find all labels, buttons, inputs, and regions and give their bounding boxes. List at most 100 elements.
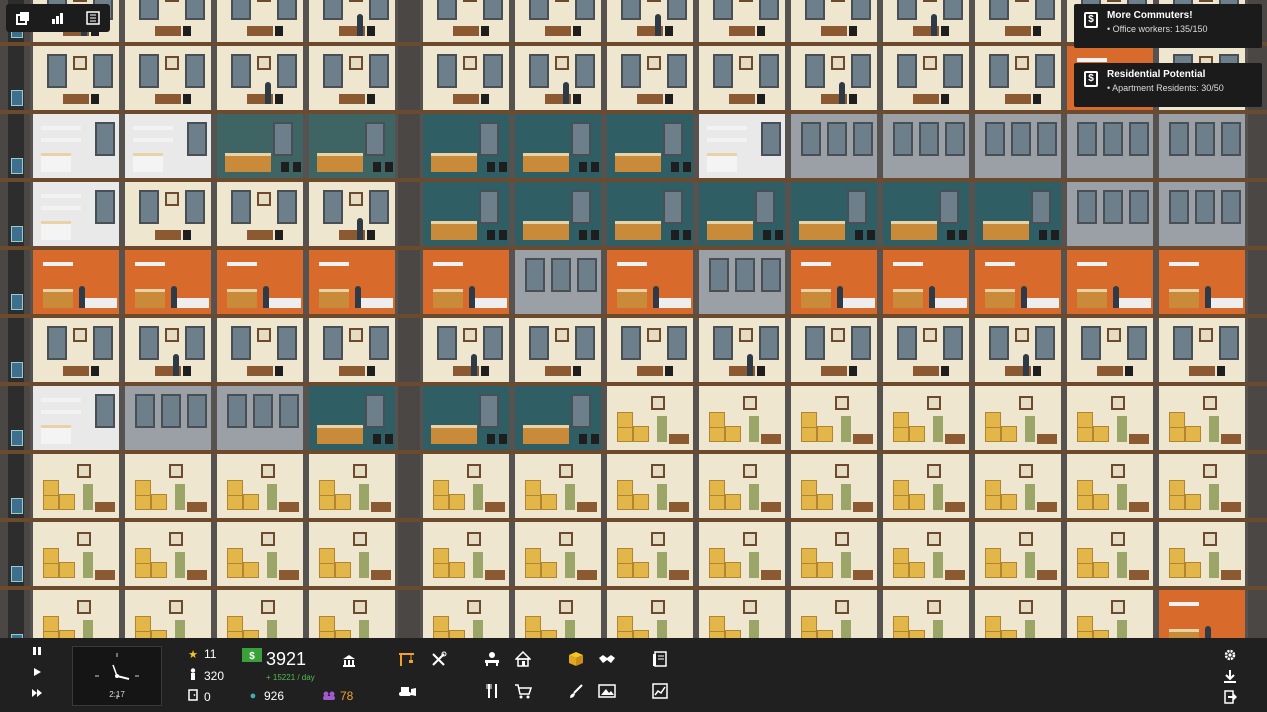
office-room[interactable] <box>30 318 122 382</box>
research-stat[interactable]: ● 926 <box>246 689 284 703</box>
office-room[interactable] <box>788 318 880 382</box>
office-desk-icon[interactable] <box>481 648 503 670</box>
storage-room[interactable] <box>306 454 398 518</box>
empty-room[interactable] <box>788 114 880 178</box>
building-list-icon[interactable] <box>85 10 101 26</box>
apartment-room[interactable] <box>880 250 972 314</box>
storage-room[interactable] <box>122 590 214 638</box>
exit-icon[interactable] <box>1219 686 1241 708</box>
storage-room[interactable] <box>30 590 122 638</box>
pause-button[interactable] <box>28 646 46 662</box>
office-room[interactable] <box>880 46 972 110</box>
office-room[interactable] <box>420 46 512 110</box>
storage-room[interactable] <box>1156 454 1248 518</box>
office-room[interactable] <box>1064 318 1156 382</box>
cafe-room[interactable] <box>512 182 604 246</box>
office-room[interactable] <box>604 318 696 382</box>
office-room[interactable] <box>306 182 398 246</box>
cafe-room[interactable] <box>604 182 696 246</box>
office-room[interactable] <box>512 46 604 110</box>
office-room[interactable] <box>122 0 214 42</box>
office-room[interactable] <box>788 46 880 110</box>
notification-more-commuters[interactable]: $ More Commuters! • Office workers: 135/… <box>1074 4 1262 48</box>
cafe-room[interactable] <box>512 386 604 450</box>
storage-room[interactable] <box>880 454 972 518</box>
storage-room[interactable] <box>696 386 788 450</box>
apartment-room[interactable] <box>420 250 512 314</box>
vacancy-stat[interactable]: 0 <box>186 689 211 704</box>
storage-room[interactable] <box>512 454 604 518</box>
storage-room[interactable] <box>880 522 972 586</box>
office-room[interactable] <box>696 0 788 42</box>
cafe-room[interactable] <box>420 182 512 246</box>
settings-gear-icon[interactable] <box>1219 644 1241 666</box>
storage-room[interactable] <box>788 386 880 450</box>
storage-room[interactable] <box>1156 522 1248 586</box>
storage-room[interactable] <box>420 454 512 518</box>
storage-room[interactable] <box>880 590 972 638</box>
storage-room[interactable] <box>1064 590 1156 638</box>
apartment-room[interactable] <box>1156 590 1248 638</box>
empty-room[interactable] <box>880 114 972 178</box>
office-room[interactable] <box>972 46 1064 110</box>
empty-room[interactable] <box>214 386 306 450</box>
cafe-room[interactable] <box>420 114 512 178</box>
fast-forward-button[interactable] <box>28 688 46 704</box>
apartment-room[interactable] <box>1156 250 1248 314</box>
empty-room[interactable] <box>972 114 1064 178</box>
storage-room[interactable] <box>604 386 696 450</box>
empty-room[interactable] <box>122 386 214 450</box>
medical-room[interactable] <box>122 114 214 178</box>
office-room[interactable] <box>604 46 696 110</box>
cafe-room[interactable] <box>972 182 1064 246</box>
storage-room[interactable] <box>788 522 880 586</box>
office-room[interactable] <box>306 46 398 110</box>
cafe-room[interactable] <box>604 114 696 178</box>
storage-room[interactable] <box>1156 386 1248 450</box>
storage-room[interactable] <box>1064 454 1156 518</box>
empty-room[interactable] <box>512 250 604 314</box>
medical-room[interactable] <box>30 386 122 450</box>
office-room[interactable] <box>30 46 122 110</box>
apartment-room[interactable] <box>788 250 880 314</box>
notification-residential-potential[interactable]: $ Residential Potential • Apartment Resi… <box>1074 63 1262 107</box>
storage-room[interactable] <box>1064 522 1156 586</box>
storage-room[interactable] <box>972 454 1064 518</box>
office-room[interactable] <box>122 46 214 110</box>
storage-room[interactable] <box>420 522 512 586</box>
storage-box-icon[interactable] <box>565 648 587 670</box>
storage-room[interactable] <box>972 386 1064 450</box>
office-room[interactable] <box>420 0 512 42</box>
apartment-room[interactable] <box>604 250 696 314</box>
storage-room[interactable] <box>972 522 1064 586</box>
medical-room[interactable] <box>696 114 788 178</box>
empty-room[interactable] <box>1064 182 1156 246</box>
office-room[interactable] <box>604 0 696 42</box>
storage-room[interactable] <box>604 454 696 518</box>
office-room[interactable] <box>880 318 972 382</box>
statistics-chart-icon[interactable] <box>649 680 671 702</box>
storage-room[interactable] <box>1064 386 1156 450</box>
storage-room[interactable] <box>306 590 398 638</box>
office-room[interactable] <box>306 0 398 42</box>
office-room[interactable] <box>214 318 306 382</box>
storage-room[interactable] <box>788 454 880 518</box>
office-room[interactable] <box>420 318 512 382</box>
storage-room[interactable] <box>122 522 214 586</box>
paint-brush-icon[interactable] <box>565 680 587 702</box>
office-room[interactable] <box>1156 318 1248 382</box>
handshake-icon[interactable] <box>596 648 618 670</box>
cafe-room[interactable] <box>696 182 788 246</box>
residence-house-icon[interactable] <box>512 648 534 670</box>
office-room[interactable] <box>122 182 214 246</box>
decoration-picture-icon[interactable] <box>596 680 618 702</box>
storage-room[interactable] <box>30 522 122 586</box>
empty-room[interactable] <box>1156 114 1248 178</box>
office-room[interactable] <box>696 46 788 110</box>
apartment-room[interactable] <box>214 250 306 314</box>
storage-room[interactable] <box>420 590 512 638</box>
empty-room[interactable] <box>1156 182 1248 246</box>
report-document-icon[interactable] <box>649 648 671 670</box>
empty-room[interactable] <box>696 250 788 314</box>
storage-room[interactable] <box>696 590 788 638</box>
